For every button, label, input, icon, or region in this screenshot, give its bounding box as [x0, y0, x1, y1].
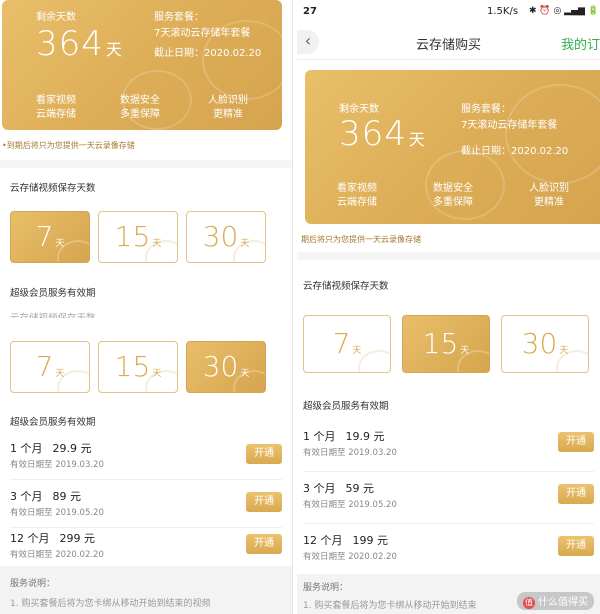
package-label: 服务套餐：: [461, 104, 511, 115]
my-orders-link[interactable]: 我的订: [561, 34, 600, 53]
open-plan-button[interactable]: 开通: [246, 492, 282, 512]
plan-date: 有效日期至 2019.03.20: [303, 448, 397, 458]
plan-date: 有效日期至 2020.02.20: [10, 550, 104, 560]
feature-video-cloud: 看家视频 云端存储: [36, 95, 76, 120]
plan-name: 3 个月 59 元: [303, 482, 374, 495]
member-validity-title: 超级会员服务有效期: [303, 401, 389, 412]
feature-data-safe: 数据安全 多重保障: [120, 95, 160, 120]
plan-name: 12 个月 199 元: [303, 534, 388, 547]
plan-row: 1 个月 29.9 元 有效日期至 2019.03.20 开通: [10, 432, 282, 480]
service-notes-text: 1. 购买套餐后将为您卡绑从移动开始到结束: [303, 601, 477, 611]
days-option-7[interactable]: 7天: [303, 315, 391, 373]
subscription-card: 剩余天数 364 天 服务套餐： 7天滚动云存储年套餐 截止日期：2020.02.…: [2, 0, 282, 130]
plan-name: 12 个月 299 元: [10, 532, 95, 545]
network-speed: 1.5K/s: [487, 6, 519, 17]
feature-data-safe: 数据安全 多重保障: [433, 183, 473, 208]
storage-days-title: 云存储视频保存天数: [10, 183, 96, 194]
expiry-date: 截止日期：2020.02.20: [461, 146, 569, 157]
service-notes-title: 服务说明：: [303, 583, 349, 593]
package-name: 7天滚动云存储年套餐: [461, 120, 558, 131]
feature-face-recognition: 人脸识别 更精准: [529, 183, 569, 208]
feature-video-cloud: 看家视频 云端存储: [337, 183, 377, 208]
service-notes: 服务说明： 1. 购买套餐后将为您卡绑从移动开始到结束的视频: [0, 566, 292, 614]
open-plan-button[interactable]: 开通: [246, 534, 282, 554]
member-validity-title: 超级会员服务有效期: [10, 417, 96, 428]
plan-row: 1 个月 19.9 元 有效日期至 2019.03.20 开通: [303, 420, 594, 472]
days-option-30[interactable]: 30 天: [186, 341, 266, 393]
overlapping-title: 云存储视频保存天数: [10, 310, 96, 318]
days-option-30[interactable]: 30 天: [186, 211, 266, 263]
plan-name: 1 个月 29.9 元: [10, 442, 92, 455]
expiry-date: 截止日期：2020.02.20: [154, 48, 262, 59]
expiry-notice: •到期后将只为您提供一天云录像存储: [2, 141, 135, 150]
plan-name: 1 个月 19.9 元: [303, 430, 385, 443]
nav-bar: ‹ 云存储购买 我的订: [297, 24, 600, 60]
feature-face-recognition: 人脸识别 更精准: [208, 95, 248, 120]
status-time: 27: [303, 6, 317, 17]
remaining-days-value: 364 天: [36, 24, 123, 64]
open-plan-button[interactable]: 开通: [246, 444, 282, 464]
divider: [0, 160, 292, 168]
package-label: 服务套餐：: [154, 12, 204, 23]
member-validity-title: 超级会员服务有效期: [10, 288, 96, 299]
expiry-notice: 期后将只为您提供一天云录像存储: [301, 235, 421, 244]
subscription-card: 剩余天数 364 天 服务套餐： 7天滚动云存储年套餐 截止日期：2020.02.…: [305, 70, 600, 224]
plan-date: 有效日期至 2019.05.20: [10, 508, 104, 518]
watermark-logo-icon: 值: [523, 597, 535, 609]
service-notes-text: 1. 购买套餐后将为您卡绑从移动开始到结束的视频: [10, 599, 211, 609]
open-plan-button[interactable]: 开通: [558, 536, 594, 556]
remaining-days-value: 364 天: [339, 114, 426, 154]
days-option-15[interactable]: 15 天: [402, 315, 490, 373]
page-title: 云存储购买: [415, 38, 481, 53]
service-notes-title: 服务说明：: [10, 579, 56, 589]
days-option-15[interactable]: 15 天: [98, 341, 178, 393]
status-bar: 27 1.5K/s ✱ ⏰ ◎ ▂▄▆ 🔋: [297, 0, 600, 24]
plan-row: 3 个月 59 元 有效日期至 2019.05.20 开通: [303, 472, 594, 524]
days-option-30[interactable]: 30 天: [501, 315, 589, 373]
plan-date: 有效日期至 2019.05.20: [303, 500, 397, 510]
watermark: 值什么值得买: [517, 592, 594, 610]
remaining-days-label: 剩余天数: [36, 12, 76, 23]
remaining-days-label: 剩余天数: [339, 104, 379, 115]
days-option-7[interactable]: 7天: [10, 211, 90, 263]
plan-date: 有效日期至 2020.02.20: [303, 552, 397, 562]
days-option-7[interactable]: 7天: [10, 341, 90, 393]
plan-name: 3 个月 89 元: [10, 490, 81, 503]
days-option-15[interactable]: 15 天: [98, 211, 178, 263]
plan-date: 有效日期至 2019.03.20: [10, 460, 104, 470]
divider: [297, 252, 600, 260]
open-plan-button[interactable]: 开通: [558, 432, 594, 452]
plan-row: 12 个月 199 元 有效日期至 2020.02.20 开通: [303, 524, 594, 574]
right-screenshot: 27 1.5K/s ✱ ⏰ ◎ ▂▄▆ 🔋 ‹ 云存储购买 我的订 剩余天数 3…: [297, 0, 600, 614]
status-icons: ✱ ⏰ ◎ ▂▄▆ 🔋: [529, 6, 600, 16]
plan-row: 12 个月 299 元 有效日期至 2020.02.20 开通: [10, 522, 282, 570]
plan-row: 3 个月 89 元 有效日期至 2019.05.20 开通: [10, 480, 282, 528]
package-name: 7天滚动云存储年套餐: [154, 28, 251, 39]
open-plan-button[interactable]: 开通: [558, 484, 594, 504]
left-screenshot: 剩余天数 364 天 服务套餐： 7天滚动云存储年套餐 截止日期：2020.02.…: [0, 0, 293, 614]
storage-days-title: 云存储视频保存天数: [303, 281, 389, 292]
